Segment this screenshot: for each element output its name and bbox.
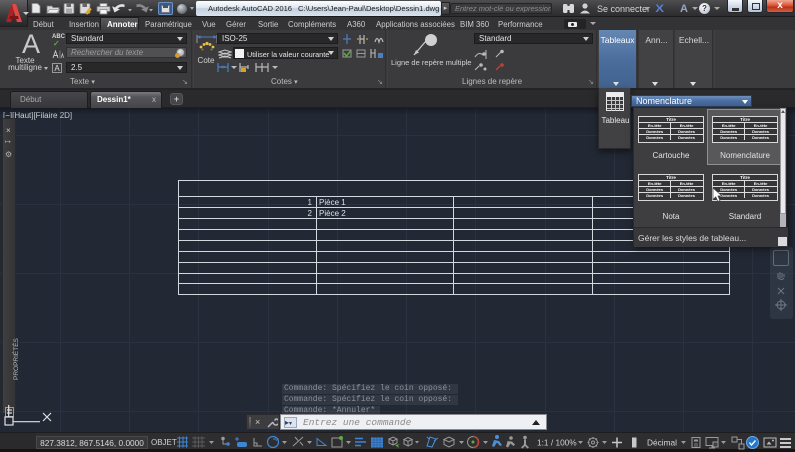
svg-text:1:1 / 100%: 1:1 / 100% xyxy=(537,438,577,448)
svg-text:Décimal: Décimal xyxy=(647,438,677,448)
